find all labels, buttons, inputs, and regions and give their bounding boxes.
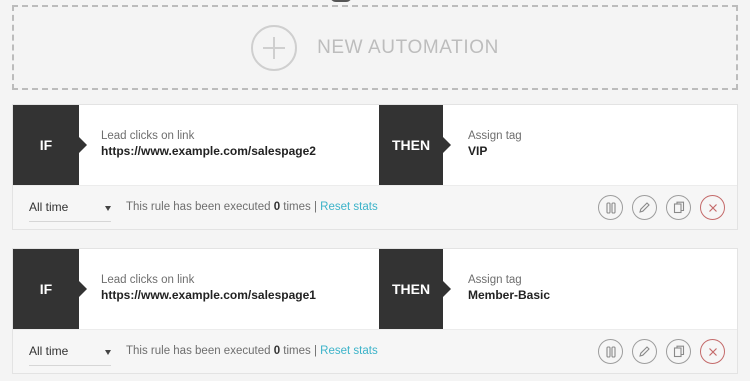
period-select[interactable]: All time xyxy=(29,196,111,222)
then-block: THEN xyxy=(379,105,443,185)
new-automation-label: NEW AUTOMATION xyxy=(317,36,499,58)
exec-suffix: times | xyxy=(283,201,317,213)
pause-button[interactable] xyxy=(598,195,623,220)
rule-condition-row: IF Lead clicks on link https://www.examp… xyxy=(13,249,737,329)
action-label: Assign tag xyxy=(468,130,522,142)
caret-down-icon xyxy=(105,206,111,211)
action-info: Assign tag Member-Basic xyxy=(468,274,550,302)
rule-footer: All time This rule has been executed 0 t… xyxy=(13,329,737,373)
reset-stats-link[interactable]: Reset stats xyxy=(320,201,378,213)
pencil-icon xyxy=(639,346,650,357)
rule-actions xyxy=(598,339,725,364)
trigger-label: Lead clicks on link xyxy=(101,130,195,142)
period-select-value: All time xyxy=(29,200,69,214)
pause-icon xyxy=(605,345,616,358)
exec-prefix: This rule has been executed xyxy=(126,201,271,213)
action-label: Assign tag xyxy=(468,274,522,286)
automation-rule-card: IF Lead clicks on link https://www.examp… xyxy=(12,104,738,230)
trigger-label: Lead clicks on link xyxy=(101,274,195,286)
exec-count: 0 xyxy=(273,345,281,357)
edit-button[interactable] xyxy=(632,195,657,220)
header-edge xyxy=(330,0,352,2)
delete-button[interactable] xyxy=(700,195,725,220)
plus-circle-icon xyxy=(251,24,298,71)
pencil-icon xyxy=(639,202,650,213)
then-block: THEN xyxy=(379,249,443,329)
close-icon xyxy=(708,203,717,212)
exec-prefix: This rule has been executed xyxy=(126,345,271,357)
copy-icon xyxy=(673,201,684,214)
action-info: Assign tag VIP xyxy=(468,130,522,158)
exec-suffix: times | xyxy=(283,345,317,357)
trigger-value: https://www.example.com/salespage2 xyxy=(101,144,316,158)
duplicate-button[interactable] xyxy=(666,195,691,220)
rule-footer: All time This rule has been executed 0 t… xyxy=(13,185,737,229)
reset-stats-link[interactable]: Reset stats xyxy=(320,345,378,357)
pause-icon xyxy=(605,201,616,214)
action-value: Member-Basic xyxy=(468,288,551,302)
duplicate-button[interactable] xyxy=(666,339,691,364)
action-value: VIP xyxy=(468,144,488,158)
edit-button[interactable] xyxy=(632,339,657,364)
pause-button[interactable] xyxy=(598,339,623,364)
if-block: IF xyxy=(13,105,79,185)
period-select-value: All time xyxy=(29,344,69,358)
caret-down-icon xyxy=(105,350,111,355)
copy-icon xyxy=(673,345,684,358)
period-select[interactable]: All time xyxy=(29,340,111,366)
close-icon xyxy=(708,347,717,356)
execution-stats: This rule has been executed 0 times | Re… xyxy=(126,201,378,213)
if-block: IF xyxy=(13,249,79,329)
exec-count: 0 xyxy=(273,201,281,213)
trigger-info: Lead clicks on link https://www.example.… xyxy=(79,105,316,185)
new-automation-button[interactable]: NEW AUTOMATION xyxy=(12,5,738,90)
trigger-info: Lead clicks on link https://www.example.… xyxy=(79,249,316,329)
automation-rule-card: IF Lead clicks on link https://www.examp… xyxy=(12,248,738,374)
rule-condition-row: IF Lead clicks on link https://www.examp… xyxy=(13,105,737,185)
delete-button[interactable] xyxy=(700,339,725,364)
execution-stats: This rule has been executed 0 times | Re… xyxy=(126,345,378,357)
trigger-value: https://www.example.com/salespage1 xyxy=(101,288,316,302)
rule-actions xyxy=(598,195,725,220)
